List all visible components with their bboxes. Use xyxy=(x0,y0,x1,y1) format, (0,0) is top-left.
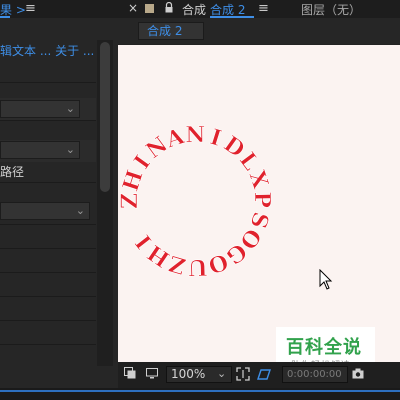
property-row xyxy=(0,60,96,82)
close-tab-icon[interactable]: × xyxy=(128,1,138,15)
comp-breadcrumb[interactable]: 合成 2 xyxy=(138,22,204,40)
row-divider xyxy=(0,344,96,345)
composition-tab-label: 合成 xyxy=(182,3,207,17)
row-divider xyxy=(0,224,96,225)
current-time-display[interactable]: 0:00:00:00 xyxy=(282,366,348,383)
path-option-label: 路径 xyxy=(0,165,25,179)
chevron-down-icon: ⌄ xyxy=(65,143,75,156)
comp-color-swatch xyxy=(145,4,154,13)
always-preview-icon[interactable] xyxy=(124,367,136,379)
resolution-fit-icon[interactable] xyxy=(236,367,250,381)
chevron-down-icon: ⌄ xyxy=(217,367,227,380)
ring-letter: P xyxy=(249,191,275,208)
chevron-down-icon: ⌄ xyxy=(75,204,85,217)
mask-path-visibility-icon[interactable] xyxy=(256,367,272,381)
effects-panel-menu-icon[interactable]: ≡ xyxy=(25,1,36,16)
property-dropdown[interactable]: ⌄ xyxy=(0,100,80,118)
chevron-down-icon: ⌄ xyxy=(65,102,75,115)
row-divider xyxy=(0,296,96,297)
row-divider xyxy=(0,320,96,321)
row-divider xyxy=(0,82,96,83)
layer-panel-tab[interactable]: 图层（无） xyxy=(301,1,361,18)
zoom-select[interactable]: 100% ⌄ xyxy=(166,366,232,383)
row-divider xyxy=(0,182,96,183)
property-row: ⌄ xyxy=(0,98,96,120)
composition-menu-icon[interactable]: ≡ xyxy=(258,1,269,16)
ring-letter: N xyxy=(185,122,205,148)
effects-scrollbar-thumb[interactable] xyxy=(100,42,110,192)
row-divider xyxy=(0,272,96,273)
active-tab-underline xyxy=(0,16,10,18)
timeline-accent-line xyxy=(0,390,400,392)
zoom-value: 100% xyxy=(171,367,206,381)
path-dropdown[interactable]: ⌄ xyxy=(0,202,90,220)
effect-links[interactable]: 辑文本 ... 关于 ... xyxy=(0,42,94,59)
property-row: ⌄ xyxy=(0,140,96,162)
snapshot-camera-icon[interactable] xyxy=(352,368,364,379)
ring-text-layer[interactable]: ZHINAN IDLXPSOGOUZHI xyxy=(118,45,400,362)
property-dropdown[interactable]: ⌄ xyxy=(0,141,80,159)
composition-viewer[interactable]: ZHINANIDLXPSOGOUZHI xyxy=(118,45,400,362)
ring-letter: U xyxy=(188,254,208,281)
mouse-pointer-icon xyxy=(319,269,333,290)
property-row: ⌄ xyxy=(0,198,96,220)
watermark-title: 百科全说 xyxy=(286,337,362,358)
ring-letter: Z xyxy=(118,193,143,209)
row-divider xyxy=(0,248,96,249)
monitor-icon[interactable] xyxy=(146,368,158,379)
lock-icon[interactable] xyxy=(165,2,173,13)
